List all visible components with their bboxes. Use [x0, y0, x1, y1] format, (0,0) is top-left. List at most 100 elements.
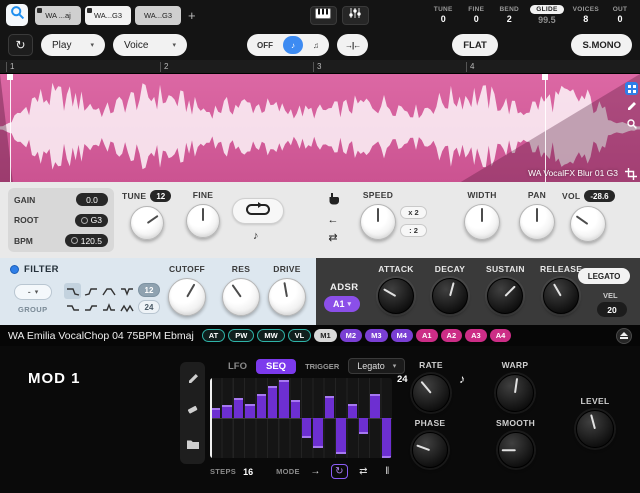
- rate-sync-note-button[interactable]: ♪: [459, 372, 465, 386]
- zoom-button[interactable]: [625, 118, 638, 131]
- voice-mode-dropdown[interactable]: Voice▾: [113, 34, 187, 56]
- mode-loop-button[interactable]: ↻: [331, 464, 348, 479]
- global-param-out[interactable]: OUT0: [608, 6, 632, 24]
- tune-value[interactable]: 12: [150, 190, 171, 202]
- preset-tab-3[interactable]: WA...G3: [135, 6, 181, 25]
- macro-m3-badge[interactable]: M3: [365, 329, 387, 342]
- seq-step-bar[interactable]: [268, 386, 277, 418]
- mod-source-vl-badge[interactable]: VL: [288, 329, 312, 342]
- add-tab-button[interactable]: +: [185, 8, 199, 23]
- sync-note-button[interactable]: ♪: [283, 36, 303, 54]
- mode-forward-button[interactable]: →: [307, 464, 324, 479]
- seq-step-bar[interactable]: [325, 396, 334, 418]
- preset-browse-button[interactable]: [186, 437, 200, 455]
- global-param-bend[interactable]: BEND2: [497, 6, 521, 24]
- smooth-knob[interactable]: [498, 432, 534, 468]
- macro-m2-badge[interactable]: M2: [340, 329, 362, 342]
- macro-m1-badge[interactable]: M1: [314, 329, 336, 342]
- decay-knob[interactable]: [432, 278, 468, 314]
- global-param-voices[interactable]: VOICES8: [573, 6, 599, 24]
- filter-shape-notch-button[interactable]: [118, 283, 135, 299]
- seq-step-bar[interactable]: [234, 398, 243, 418]
- mod-source-pw-badge[interactable]: PW: [228, 329, 254, 342]
- arrow-left-icon[interactable]: ←: [328, 213, 339, 227]
- phase-knob[interactable]: [412, 432, 448, 468]
- sync-off-button[interactable]: OFF: [249, 36, 281, 54]
- sustain-knob[interactable]: [487, 278, 523, 314]
- collapse-button[interactable]: [616, 328, 632, 344]
- seq-step-bar[interactable]: [291, 400, 300, 418]
- preset-name[interactable]: WA Emilia VocalChop 04 75BPM Ebmaj: [8, 330, 194, 342]
- res-knob[interactable]: [222, 278, 260, 316]
- tune-knob[interactable]: [130, 206, 164, 240]
- swap-icon[interactable]: ⇄: [328, 231, 337, 245]
- seq-step-bar[interactable]: [382, 418, 391, 458]
- slope-12-button[interactable]: 12: [138, 283, 160, 297]
- filter-shape-bandpass-button[interactable]: [100, 283, 117, 299]
- seq-step-bar[interactable]: [222, 405, 231, 418]
- step-sequencer[interactable]: [210, 378, 392, 458]
- macro-m4-badge[interactable]: M4: [391, 329, 413, 342]
- speed-knob[interactable]: [360, 204, 396, 240]
- trim-button[interactable]: →|←: [337, 34, 368, 56]
- vol-value[interactable]: -28.6: [584, 190, 614, 202]
- steps-value[interactable]: 16: [243, 467, 253, 477]
- app-logo[interactable]: [6, 4, 28, 26]
- slope-24-button[interactable]: 24: [138, 300, 160, 314]
- drive-knob[interactable]: [268, 278, 306, 316]
- filter-shape-peak-button[interactable]: [100, 300, 117, 316]
- aux-a1-badge[interactable]: A1: [416, 329, 438, 342]
- edit-button[interactable]: [187, 371, 199, 389]
- seq-step-bar[interactable]: [245, 404, 254, 418]
- play-mode-dropdown[interactable]: Play▾: [41, 34, 105, 56]
- attack-knob[interactable]: [378, 278, 414, 314]
- filter-shape-lowshelf-button[interactable]: [64, 300, 81, 316]
- seq-step-bar[interactable]: [370, 394, 379, 418]
- mono-button[interactable]: S.MONO: [571, 34, 632, 56]
- waveform-display[interactable]: WA VocalFX Blur 01 G3: [0, 74, 640, 182]
- sample-start-marker[interactable]: [10, 74, 11, 182]
- mod-source-at-badge[interactable]: AT: [202, 329, 225, 342]
- tab-seq[interactable]: SEQ: [256, 359, 296, 374]
- filter-enable-toggle[interactable]: [10, 265, 19, 274]
- seq-step-bar[interactable]: [257, 394, 266, 418]
- rate-knob[interactable]: [412, 374, 450, 412]
- aux-a2-badge[interactable]: A2: [441, 329, 463, 342]
- cutoff-knob[interactable]: [168, 278, 206, 316]
- speed-div-button[interactable]: : 2: [400, 224, 427, 237]
- loop-mode-button[interactable]: [232, 198, 284, 224]
- seq-step-bar[interactable]: [279, 380, 288, 418]
- mod-depth-value[interactable]: 24: [397, 374, 408, 385]
- bpm-value[interactable]: 120.5: [65, 234, 108, 247]
- filter-shape-highshelf-button[interactable]: [82, 300, 99, 316]
- seq-step-bar[interactable]: [211, 408, 220, 418]
- mode-once-button[interactable]: ‖: [379, 464, 396, 479]
- fine-knob[interactable]: [186, 204, 220, 238]
- sample-end-marker[interactable]: [545, 74, 546, 182]
- trigger-dropdown[interactable]: Legato▾: [348, 358, 405, 374]
- warp-knob[interactable]: [496, 374, 534, 412]
- seq-step-bar[interactable]: [348, 404, 357, 418]
- seq-step-bar[interactable]: [302, 418, 311, 438]
- global-param-fine[interactable]: FINE0: [464, 6, 488, 24]
- vol-knob[interactable]: [570, 206, 606, 242]
- root-value[interactable]: G3: [75, 214, 108, 227]
- legato-button[interactable]: LEGATO: [578, 268, 630, 284]
- gain-value[interactable]: 0.0: [76, 193, 108, 206]
- pan-knob[interactable]: [519, 204, 555, 240]
- mixer-button[interactable]: [342, 6, 369, 25]
- preset-tab-1[interactable]: WA ...aj: [35, 6, 81, 25]
- drag-hand-icon[interactable]: [327, 192, 339, 209]
- aux-a4-badge[interactable]: A4: [490, 329, 512, 342]
- vel-value[interactable]: 20: [597, 302, 627, 317]
- speed-mult-button[interactable]: x 2: [400, 206, 427, 219]
- mode-pingpong-button[interactable]: ⇄: [355, 464, 372, 479]
- filter-shape-highpass-button[interactable]: [82, 283, 99, 299]
- mod-source-mw-badge[interactable]: MW: [257, 329, 284, 342]
- adsr-slot-dropdown[interactable]: A1▾: [324, 296, 360, 312]
- release-knob[interactable]: [543, 278, 579, 314]
- preset-tab-2[interactable]: WA...G3: [85, 6, 131, 25]
- global-param-tune[interactable]: TUNE0: [431, 6, 455, 24]
- filter-group-dropdown[interactable]: -▾: [14, 284, 52, 300]
- global-param-glide[interactable]: GLIDE99.5: [530, 5, 563, 25]
